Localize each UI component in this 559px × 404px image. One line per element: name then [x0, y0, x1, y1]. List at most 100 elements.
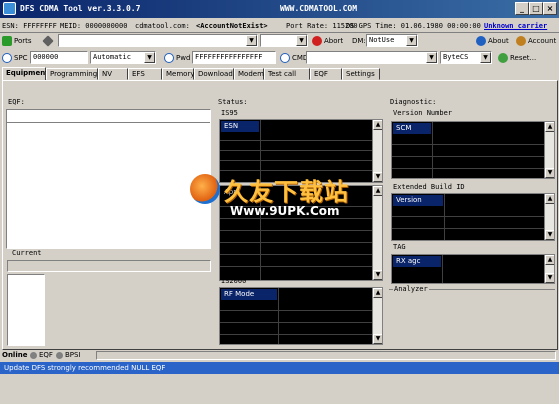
tag-table[interactable]: RX agc ▲ ▼ [391, 254, 555, 284]
watermark: 久友下载站 Www.9UPK.Com [190, 168, 390, 238]
reset-button[interactable]: Reset... [498, 51, 536, 65]
dm-select[interactable]: NotUse ▼ [366, 34, 418, 47]
minimize-button[interactable]: _ [515, 2, 529, 15]
build-scrollbar[interactable]: ▲ ▼ [544, 194, 554, 240]
tab-modem[interactable]: Modem [234, 68, 264, 80]
build-table[interactable]: Version ▲ ▼ [391, 193, 555, 241]
current-box [7, 274, 45, 346]
chevron-down-icon: ▼ [144, 52, 155, 63]
bottom-progress [96, 351, 556, 360]
about-button[interactable]: About [476, 34, 509, 48]
bottom-tabs: Online EQF BPSI [0, 350, 559, 362]
tab-programming[interactable]: Programming [46, 68, 98, 80]
build-header-version: Version [393, 195, 443, 206]
toolbar-top: Ports ▼ ▼ Abort DM: NotUse ▼ About Accou… [0, 33, 559, 50]
diagnostic-label: Diagnostic: [389, 98, 438, 106]
tab-eqf[interactable]: EQF [310, 68, 342, 80]
info-icon [476, 36, 486, 46]
window-title: DFS CDMA Tool ver.3.3.0.7 [20, 4, 141, 13]
tab-memory[interactable]: Memory [162, 68, 194, 80]
tab-download[interactable]: Download [194, 68, 234, 80]
status-label: Status: [217, 98, 249, 106]
is95-label: IS95 [221, 109, 238, 117]
esn-readout: ESN: FFFFFFFF [2, 22, 57, 30]
cmd-input[interactable]: ▼ [306, 51, 438, 64]
version-table[interactable]: SCM ▲ ▼ [391, 121, 555, 179]
lower-area [0, 374, 559, 404]
close-button[interactable]: × [543, 2, 557, 15]
carrier-link[interactable]: Unknown carrier [484, 22, 547, 30]
version-scrollbar[interactable]: ▲ ▼ [544, 122, 554, 178]
watermark-logo-icon [190, 174, 220, 204]
info-bar: ESN: FFFFFFFF MEID: 0000000000 cdmatool.… [0, 19, 559, 33]
chevron-down-icon: ▼ [426, 52, 437, 63]
tag-label: TAG [393, 243, 406, 251]
tab-efs[interactable]: EFS [128, 68, 162, 80]
maximize-button[interactable]: □ [529, 2, 543, 15]
main-tabs: Equipment Programming NV EFS Memory Down… [0, 67, 559, 81]
is2000-table[interactable]: RF Mode ▲ ▼ [219, 287, 383, 345]
abort-button[interactable]: Abort [312, 34, 343, 48]
spc-button[interactable]: SPC [2, 51, 28, 65]
tab-online[interactable]: Online [2, 351, 27, 359]
chevron-down-icon[interactable]: ▼ [373, 334, 382, 344]
user-icon [516, 36, 526, 46]
chevron-up-icon[interactable]: ▲ [373, 288, 382, 298]
ports-icon [2, 36, 12, 46]
meid-readout: MEID: 0000000000 [60, 22, 128, 30]
account-status: <AccountNotExist> [196, 22, 268, 30]
chevron-down-icon: ▼ [296, 35, 307, 46]
version-number-label: Version Number [393, 109, 453, 117]
chevron-down-icon[interactable]: ▼ [545, 168, 554, 178]
window-url: WWW.CDMATOOL.COM [280, 4, 358, 13]
spc-icon [2, 53, 12, 63]
chevron-up-icon[interactable]: ▲ [545, 194, 554, 204]
spc-mode-select[interactable]: Automatic ▼ [90, 51, 156, 64]
ports-button[interactable]: Ports [2, 34, 32, 48]
pwd-input[interactable]: FFFFFFFFFFFFFFFF [192, 51, 276, 64]
chevron-down-icon: ▼ [246, 35, 257, 46]
cmd-mode-select[interactable]: ByteCS ▼ [440, 51, 492, 64]
extended-build-label: Extended Build ID [393, 183, 465, 191]
pwd-icon [164, 53, 174, 63]
cmd-button[interactable]: CMD [280, 51, 308, 65]
chevron-up-icon[interactable]: ▲ [545, 255, 554, 265]
chevron-down-icon[interactable]: ▼ [373, 270, 382, 280]
status-message: Update DFS strongly recommended NULL EQF [4, 364, 166, 372]
current-progress [7, 260, 211, 272]
eqf-tab-icon [30, 351, 37, 359]
pwd-button[interactable]: Pwd [164, 51, 190, 65]
mode-select[interactable]: ▼ [260, 34, 308, 47]
is2000-header-rf-mode: RF Mode [221, 289, 277, 300]
title-bar: DFS CDMA Tool ver.3.3.0.7 WWW.CDMATOOL.C… [0, 0, 559, 18]
spc-input[interactable]: 000000 [30, 51, 88, 64]
connect-button[interactable] [42, 34, 54, 48]
port-select[interactable]: ▼ [58, 34, 258, 47]
chevron-up-icon[interactable]: ▲ [545, 122, 554, 132]
tag-header-rx-agc: RX agc [393, 256, 441, 267]
tab-equipment[interactable]: Equipment [2, 67, 49, 81]
chevron-down-icon: ▼ [406, 35, 417, 46]
plug-icon [42, 35, 54, 47]
version-header-scm: SCM [393, 123, 431, 134]
current-label: Current [11, 249, 43, 257]
tab-bpsi[interactable]: BPSI [56, 351, 81, 359]
tag-scrollbar[interactable]: ▲ ▼ [544, 255, 554, 283]
account-button[interactable]: Account [516, 34, 556, 48]
status-bar: Update DFS strongly recommended NULL EQF [0, 362, 559, 374]
analyzer-label: Analyzer [393, 285, 429, 293]
is2000-scrollbar[interactable]: ▲ ▼ [372, 288, 382, 344]
reset-icon [498, 53, 508, 63]
chevron-down-icon[interactable]: ▼ [545, 230, 554, 240]
chevron-up-icon[interactable]: ▲ [373, 120, 382, 130]
tab-test-call[interactable]: Test call [264, 68, 310, 80]
tab-bottom-eqf[interactable]: EQF [30, 351, 53, 359]
tab-nv[interactable]: NV [98, 68, 128, 80]
chevron-down-icon: ▼ [480, 52, 491, 63]
is2000-label: IS2000 [221, 277, 247, 285]
tab-settings[interactable]: Settings [342, 68, 380, 80]
site-label: cdmatool.com: [135, 22, 190, 30]
dm-label: DM: [352, 37, 366, 45]
eqf-list[interactable] [6, 109, 211, 249]
chevron-down-icon[interactable]: ▼ [545, 273, 554, 283]
